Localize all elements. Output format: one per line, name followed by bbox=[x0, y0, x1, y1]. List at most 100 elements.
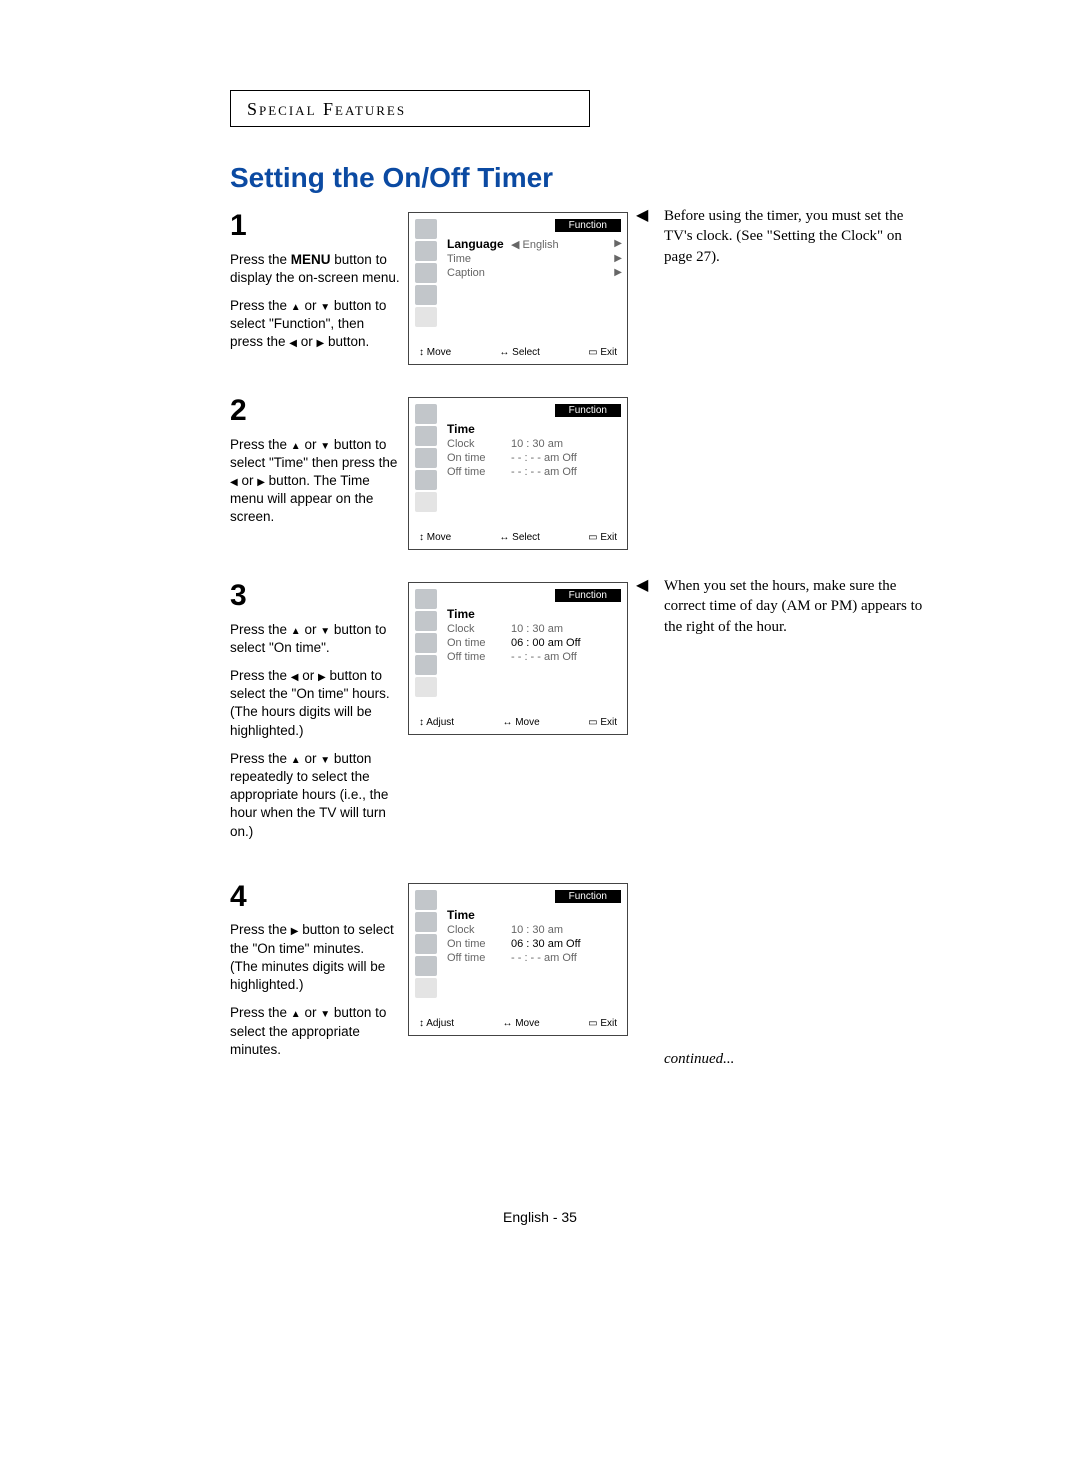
osd-icon bbox=[415, 285, 437, 305]
osd-label: Caption bbox=[447, 267, 511, 279]
osd-icon bbox=[415, 633, 437, 653]
txt: or bbox=[301, 437, 321, 452]
osd-icon-col bbox=[415, 219, 443, 327]
osd-value: - - : - - am Off bbox=[511, 452, 621, 464]
osd-icon bbox=[415, 956, 437, 976]
osd-icon bbox=[415, 263, 437, 283]
osd-icon bbox=[415, 589, 437, 609]
step-4: 4 Press the ▶ button to select the "On t… bbox=[230, 877, 980, 1069]
txt: or bbox=[301, 298, 321, 313]
down-icon: ▼ bbox=[320, 1010, 330, 1020]
osd-icon bbox=[415, 448, 437, 468]
step-4-number: 4 bbox=[230, 877, 400, 918]
down-icon: ▼ bbox=[320, 442, 330, 452]
osd-icon bbox=[415, 655, 437, 675]
right-icon: ▶ bbox=[257, 478, 265, 488]
osd-screenshot: Function Time Clock10 : 30 am On time06 … bbox=[408, 582, 628, 735]
txt: Press the bbox=[230, 922, 291, 937]
note-arrow-icon: ◀ bbox=[636, 206, 656, 365]
osd-f1: Adjust bbox=[426, 1018, 454, 1029]
osd-icon bbox=[415, 677, 437, 697]
osd-label: Time bbox=[447, 253, 511, 265]
osd-f2: Move bbox=[515, 717, 539, 728]
page-footer: English - 35 bbox=[100, 1209, 980, 1225]
osd-value: 10 : 30 am bbox=[511, 438, 621, 450]
page: Special Features Setting the On/Off Time… bbox=[0, 0, 1080, 1285]
up-icon: ▲ bbox=[291, 627, 301, 637]
step-1-note: Before using the timer, you must set the… bbox=[664, 206, 924, 365]
osd-f2: Select bbox=[512, 347, 540, 358]
step-2: 2 Press the ▲ or ▼ button to select "Tim… bbox=[230, 391, 980, 550]
osd-icon bbox=[415, 934, 437, 954]
osd-row: Caption ▶ bbox=[447, 266, 621, 280]
up-icon: ▲ bbox=[291, 756, 301, 766]
down-icon: ▼ bbox=[320, 303, 330, 313]
step-2-osd: Function Time Clock10 : 30 am On time- -… bbox=[408, 391, 628, 550]
txt: or bbox=[301, 751, 321, 766]
up-icon: ▲ bbox=[291, 303, 301, 313]
osd-f3: Exit bbox=[600, 1018, 617, 1029]
txt: or bbox=[298, 668, 318, 683]
osd-icon bbox=[415, 611, 437, 631]
osd-screenshot: Function Language ◀ English ▶ Time ▶ bbox=[408, 212, 628, 365]
txt: Press the bbox=[230, 668, 291, 683]
osd-f2: Move bbox=[515, 1018, 539, 1029]
osd-f3: Exit bbox=[600, 532, 617, 543]
osd-title: Function bbox=[555, 219, 621, 232]
osd-label: Clock bbox=[447, 438, 511, 450]
osd-f3: Exit bbox=[600, 717, 617, 728]
right-icon: ▶ bbox=[318, 673, 326, 683]
osd-icon bbox=[415, 978, 437, 998]
osd-value: - - : - - am Off bbox=[511, 952, 621, 964]
step-3-text: 3 Press the ▲ or ▼ button to select "On … bbox=[230, 576, 400, 851]
osd-icon bbox=[415, 307, 437, 327]
step-2-text: 2 Press the ▲ or ▼ button to select "Tim… bbox=[230, 391, 400, 550]
osd-label: Time bbox=[447, 422, 511, 436]
osd-value: 06 : 00 am Off bbox=[511, 637, 621, 649]
step-3-note: When you set the hours, make sure the co… bbox=[664, 576, 924, 851]
up-icon: ▲ bbox=[291, 442, 301, 452]
txt: Press the bbox=[230, 622, 291, 637]
down-icon: ▼ bbox=[320, 756, 330, 766]
txt: or bbox=[301, 622, 321, 637]
osd-label: Time bbox=[447, 908, 511, 922]
osd-title: Function bbox=[555, 404, 621, 417]
step-4-text: 4 Press the ▶ button to select the "On t… bbox=[230, 877, 400, 1069]
osd-icon bbox=[415, 912, 437, 932]
osd-value: - - : - - am Off bbox=[511, 651, 621, 663]
osd-label: Off time bbox=[447, 651, 511, 663]
up-icon: ▲ bbox=[291, 1010, 301, 1020]
osd-label: On time bbox=[447, 637, 511, 649]
page-title: Setting the On/Off Timer bbox=[230, 162, 980, 194]
osd-f1: Adjust bbox=[426, 717, 454, 728]
down-icon: ▼ bbox=[320, 627, 330, 637]
left-icon: ◀ bbox=[289, 339, 297, 349]
menu-btn-label: MENU bbox=[291, 252, 331, 267]
step-2-number: 2 bbox=[230, 391, 400, 432]
osd-label: Clock bbox=[447, 623, 511, 635]
osd-label: Language bbox=[447, 237, 511, 251]
right-icon: ▶ bbox=[587, 268, 621, 278]
txt: Press the bbox=[230, 298, 291, 313]
step-1-text: 1 Press the MENU button to display the o… bbox=[230, 206, 400, 365]
txt: or bbox=[297, 334, 317, 349]
section-header: Special Features bbox=[230, 90, 590, 127]
osd-icon bbox=[415, 404, 437, 424]
osd-value: - - : - - am Off bbox=[511, 466, 621, 478]
osd-label: Time bbox=[447, 607, 511, 621]
osd-screenshot: Function Time Clock10 : 30 am On time- -… bbox=[408, 397, 628, 550]
osd-value: ◀ English bbox=[511, 238, 587, 251]
osd-label: Off time bbox=[447, 466, 511, 478]
step-1: 1 Press the MENU button to display the o… bbox=[230, 206, 980, 365]
osd-value: 10 : 30 am bbox=[511, 924, 621, 936]
txt: Press the bbox=[230, 751, 291, 766]
osd-title: Function bbox=[555, 890, 621, 903]
osd-title: Function bbox=[555, 589, 621, 602]
step-3-number: 3 bbox=[230, 576, 400, 617]
osd-row: Time ▶ bbox=[447, 252, 621, 266]
osd-icon bbox=[415, 492, 437, 512]
right-icon: ▶ bbox=[587, 239, 621, 249]
step-1-osd: Function Language ◀ English ▶ Time ▶ bbox=[408, 206, 628, 365]
osd-footer: ↕ Move ↔ Select ▭ Exit bbox=[415, 347, 621, 358]
osd-label: Off time bbox=[447, 952, 511, 964]
